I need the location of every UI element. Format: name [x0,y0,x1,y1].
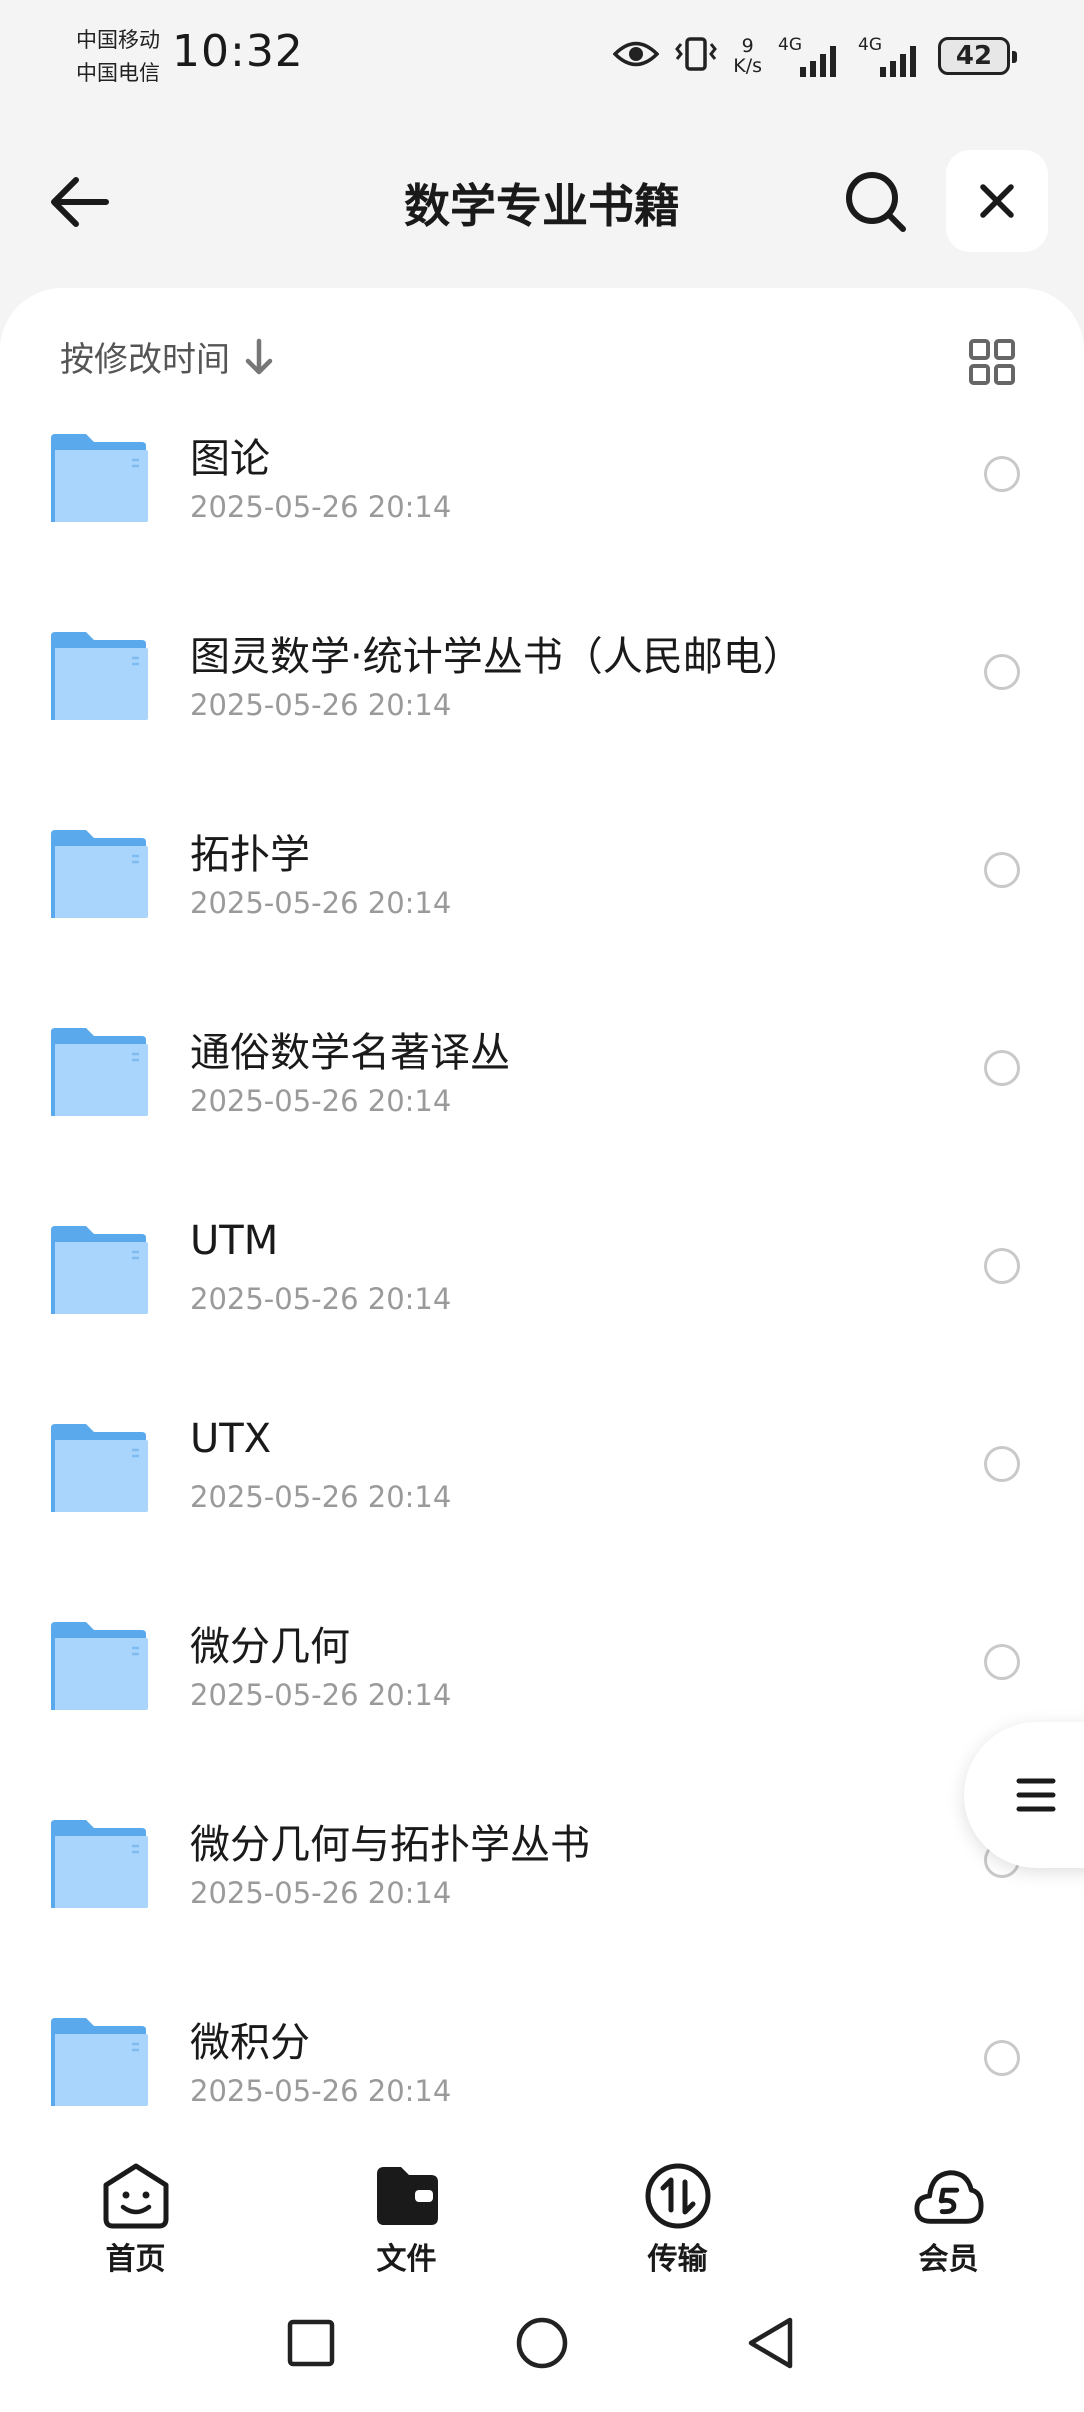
folder-date: 2025-05-26 20:14 [190,1084,452,1118]
home-button[interactable] [507,2308,577,2378]
folder-name: 通俗数学名著译丛 [190,1030,510,1076]
tab-membership[interactable]: 会员 [813,2140,1084,2280]
bottom-tab-bar: 首页 文件 传输 会员 [0,2140,1084,2280]
folder-name: 微分几何 [190,1624,350,1670]
close-icon [980,184,1014,218]
search-icon [846,172,906,232]
folder-icon [51,1820,148,1908]
select-radio[interactable] [984,1248,1020,1284]
tab-label: 文件 [376,2242,437,2277]
folder-name: UTM [190,1218,279,1264]
sort-selector[interactable]: 按修改时间 [60,332,274,381]
folder-name: 微积分 [190,2020,310,2066]
folder-wallet-icon [371,2160,443,2232]
folder-row[interactable]: UTX 2025-05-26 20:14 [0,1388,1084,1586]
folder-icon [51,434,148,522]
folder-name: 微分几何与拓扑学丛书 [190,1822,590,1868]
signal-icon [880,46,916,77]
folder-row[interactable]: 微分几何 2025-05-26 20:14 [0,1586,1084,1784]
carrier-2: 中国电信 [76,61,160,85]
close-button[interactable] [946,150,1048,252]
select-radio[interactable] [984,654,1020,690]
carrier-info: 中国移动 中国电信 [76,24,160,90]
transfer-arrows-icon [642,2160,714,2232]
app-header: 数学专业书籍 [0,140,1084,260]
signal-icon [800,46,836,77]
carrier-1: 中国移动 [76,28,160,52]
folder-icon [51,1028,148,1116]
page-title: 数学专业书籍 [404,179,680,233]
folder-icon [51,2018,148,2106]
folder-name: UTX [190,1416,272,1462]
cloud-s-icon [913,2160,985,2232]
tab-label: 首页 [105,2242,166,2277]
signal-group-2: 4G [858,35,922,77]
folder-name: 图论 [190,436,270,482]
folder-date: 2025-05-26 20:14 [190,1876,452,1910]
select-radio[interactable] [984,1446,1020,1482]
grid-view-icon [969,339,1015,385]
recents-button[interactable] [276,2308,346,2378]
system-nav-bar [0,2280,1084,2412]
folder-icon [51,632,148,720]
clock: 10:32 [172,26,304,77]
folder-name: 拓扑学 [190,832,310,878]
folder-icon [51,1424,148,1512]
menu-lines-icon [1016,1778,1056,1812]
smile-face-icon [100,2160,172,2232]
network-speed: 9 K/s [733,36,762,76]
status-bar: 中国移动 中国电信 10:32 9 K/s 4G 4G 42 [0,0,1084,118]
search-button[interactable] [840,166,912,238]
folder-row[interactable]: 图论 2025-05-26 20:14 [0,398,1084,596]
select-radio[interactable] [984,456,1020,492]
folder-list: 图论 2025-05-26 20:14 图灵数学·统计学丛书（人民邮电） 202… [0,398,1084,2224]
vibrate-icon [675,36,718,76]
tab-files[interactable]: 文件 [271,2140,542,2280]
file-list-panel: 按修改时间 图论 2025-05-26 20:14 图灵数学·统计学丛书（人民邮… [0,288,1084,2412]
tab-home[interactable]: 首页 [0,2140,271,2280]
folder-date: 2025-05-26 20:14 [190,1282,452,1316]
arrow-down-icon [245,338,273,374]
select-radio[interactable] [984,1050,1020,1086]
folder-date: 2025-05-26 20:14 [190,490,452,524]
grid-view-button[interactable] [962,332,1022,392]
square-icon [287,2319,335,2367]
select-radio[interactable] [984,2040,1020,2076]
battery-indicator: 42 [938,37,1017,75]
status-icons: 9 K/s 4G 4G 42 [612,30,1017,82]
folder-icon [51,830,148,918]
folder-name: 图灵数学·统计学丛书（人民邮电） [190,634,803,680]
sort-label: 按修改时间 [60,340,230,380]
folder-icon [51,1226,148,1314]
net-speed-unit: K/s [733,55,762,77]
signal-group-1: 4G [778,35,842,77]
folder-date: 2025-05-26 20:14 [190,1480,452,1514]
folder-row[interactable]: 微分几何与拓扑学丛书 2025-05-26 20:14 [0,1784,1084,1982]
folder-row[interactable]: UTM 2025-05-26 20:14 [0,1190,1084,1388]
select-radio[interactable] [984,852,1020,888]
folder-date: 2025-05-26 20:14 [190,688,452,722]
folder-date: 2025-05-26 20:14 [190,1678,452,1712]
folder-row[interactable]: 通俗数学名著译丛 2025-05-26 20:14 [0,992,1084,1190]
folder-date: 2025-05-26 20:14 [190,886,452,920]
tab-label: 传输 [647,2242,708,2277]
triangle-back-icon [748,2317,793,2369]
back-nav-button[interactable] [736,2308,806,2378]
net-speed-value: 9 [741,35,754,57]
folder-icon [51,1622,148,1710]
tab-transfer[interactable]: 传输 [542,2140,813,2280]
tab-label: 会员 [918,2242,979,2277]
eye-icon [612,39,660,73]
folder-row[interactable]: 图灵数学·统计学丛书（人民邮电） 2025-05-26 20:14 [0,596,1084,794]
select-radio[interactable] [984,1644,1020,1680]
circle-icon [516,2317,568,2369]
folder-date: 2025-05-26 20:14 [190,2074,452,2108]
folder-row[interactable]: 拓扑学 2025-05-26 20:14 [0,794,1084,992]
